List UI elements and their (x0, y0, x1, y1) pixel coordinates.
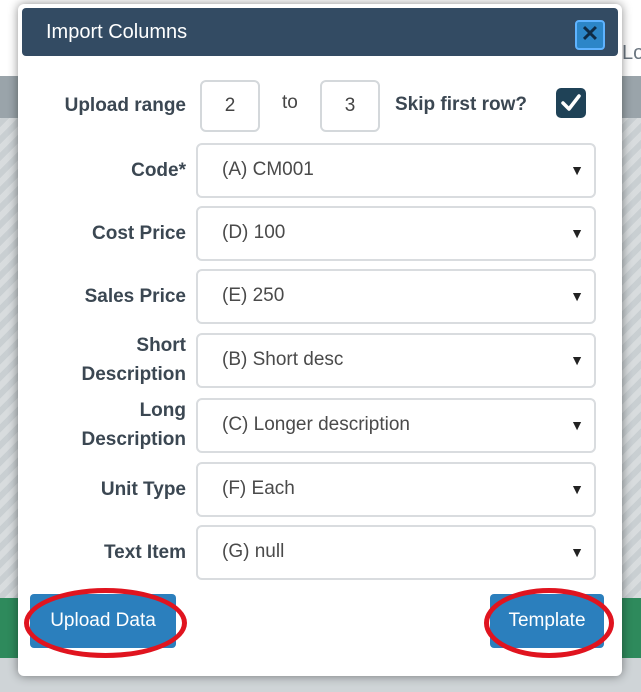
field-label-line: Text Item (103, 541, 186, 563)
select-value: (F) Each (222, 478, 295, 499)
select-value: (A) CM001 (222, 159, 314, 180)
column-select[interactable]: (G) null ▼ (196, 525, 596, 580)
dialog-header: Import Columns ✕ (22, 8, 618, 56)
select-value: (D) 100 (222, 222, 286, 243)
upload-range-from-input[interactable]: 2 (200, 80, 260, 132)
column-select[interactable]: (F) Each ▼ (196, 462, 596, 517)
checkmark-icon (561, 94, 581, 111)
select-value: (E) 250 (222, 285, 285, 306)
dropdown-arrow-icon: ▼ (570, 544, 584, 560)
select-value: (C) Longer description (222, 414, 410, 435)
field-label: Code* (131, 156, 186, 185)
field-label: Long Description (81, 396, 186, 454)
field-label-line: Short (136, 335, 186, 356)
close-icon[interactable]: ✕ (575, 20, 605, 50)
column-select[interactable]: (A) CM001 ▼ (196, 143, 596, 198)
field-label-line: Code* (131, 159, 186, 181)
field-label-line: Cost Price (92, 222, 186, 244)
field-label-line: Sales Price (84, 285, 186, 307)
dropdown-arrow-icon: ▼ (570, 225, 584, 241)
field-label: Unit Type (101, 475, 186, 504)
upload-data-button[interactable]: Upload Data (30, 594, 176, 648)
dropdown-arrow-icon: ▼ (570, 162, 584, 178)
dropdown-arrow-icon: ▼ (570, 417, 584, 433)
background-partial-text: Lo (622, 42, 641, 64)
column-select[interactable]: (B) Short desc ▼ (196, 333, 596, 388)
field-label-line: Long (139, 400, 186, 421)
column-select[interactable]: (E) 250 ▼ (196, 269, 596, 324)
field-label-line: Unit Type (100, 478, 186, 500)
field-label: Short Description (81, 331, 186, 389)
field-label-line: Description (81, 429, 186, 450)
dialog-title: Import Columns (46, 21, 188, 43)
template-button[interactable]: Template (490, 594, 604, 648)
column-select[interactable]: (C) Longer description ▼ (196, 398, 596, 453)
skip-first-row-checkbox[interactable] (556, 88, 586, 118)
upload-range-label: Upload range (64, 95, 186, 116)
field-label: Text Item (104, 538, 186, 567)
dropdown-arrow-icon: ▼ (570, 481, 584, 497)
import-columns-dialog: Import Columns ✕ Upload range 2 to 3 Ski… (18, 4, 622, 676)
column-select[interactable]: (D) 100 ▼ (196, 206, 596, 261)
upload-range-to-input[interactable]: 3 (320, 80, 380, 132)
dropdown-arrow-icon: ▼ (570, 288, 584, 304)
field-label: Sales Price (85, 282, 186, 311)
field-label-line: Description (81, 364, 186, 385)
select-value: (B) Short desc (222, 349, 344, 370)
range-to-label: to (282, 92, 298, 113)
dropdown-arrow-icon: ▼ (570, 352, 584, 368)
skip-first-row-label: Skip first row? (395, 94, 527, 115)
field-label: Cost Price (92, 219, 186, 248)
select-value: (G) null (222, 541, 285, 562)
